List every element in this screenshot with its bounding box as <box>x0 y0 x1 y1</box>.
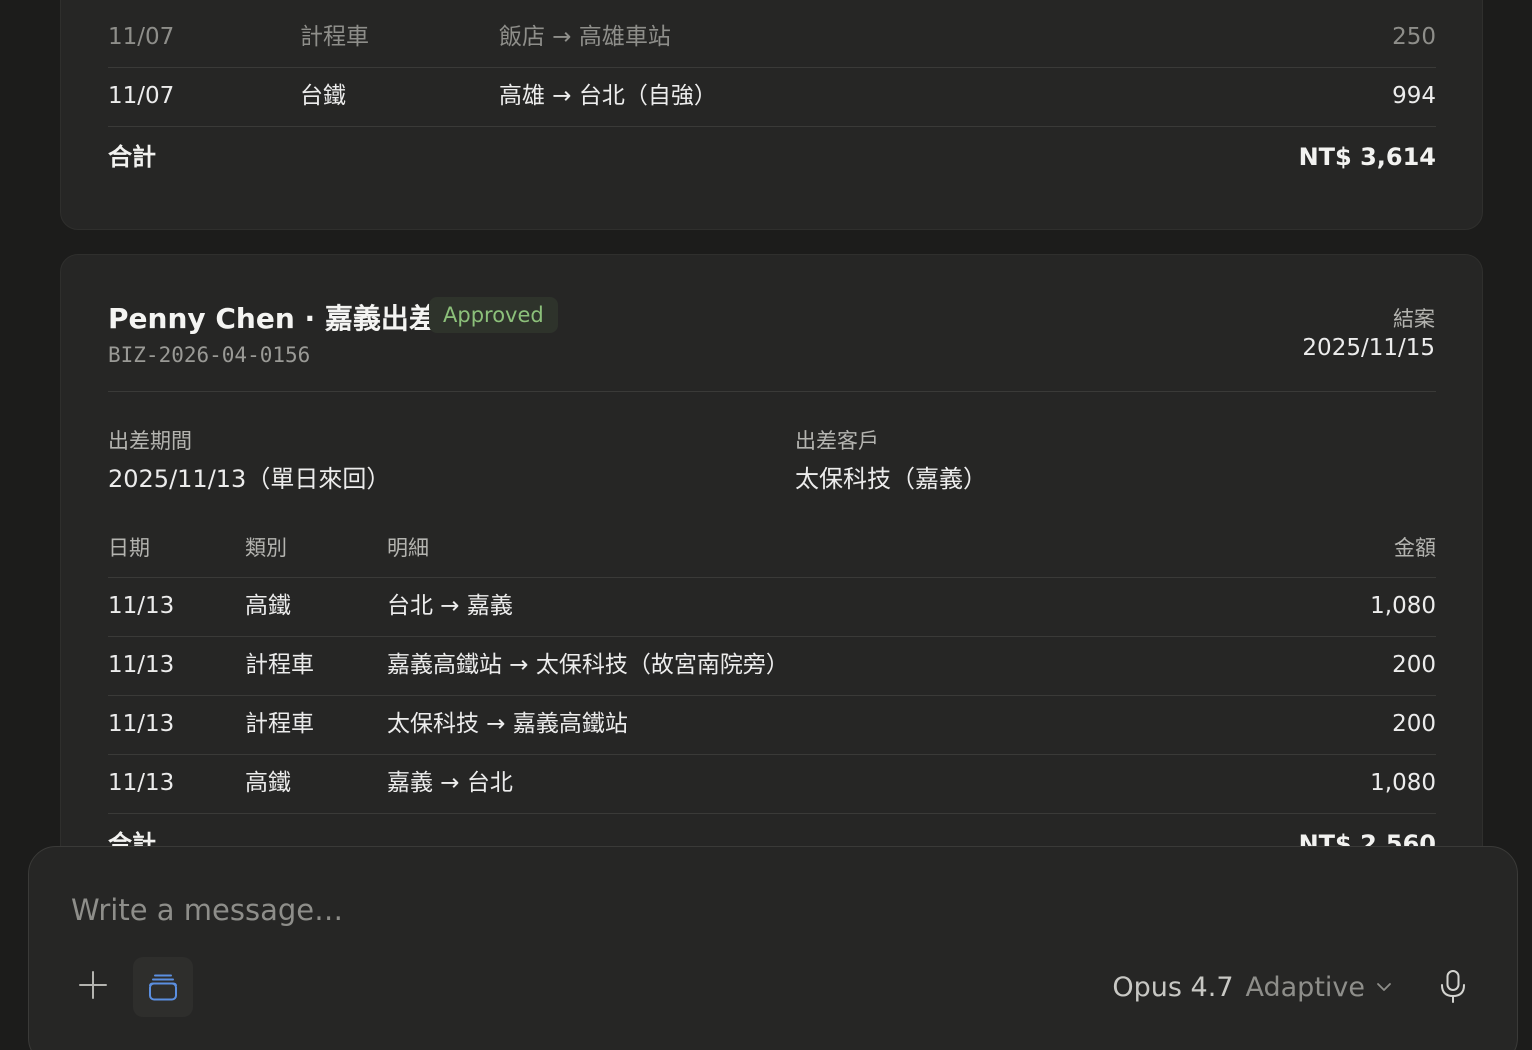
message-input[interactable] <box>69 887 1073 933</box>
report-id: BIZ-2026-04-0156 <box>108 343 311 367</box>
row-amount: 200 <box>1392 652 1436 678</box>
tools-button[interactable] <box>133 957 193 1017</box>
row-detail: 台北 → 嘉義 <box>387 593 513 619</box>
voice-input-button[interactable] <box>1433 965 1473 1009</box>
chat-page: 11/07 計程車 飯店 → 高雄車站 250 11/07 台鐵 高雄 → 台北… <box>0 0 1532 1050</box>
status-badge: Approved <box>429 297 558 333</box>
period-label: 出差期間 <box>108 429 192 453</box>
row-date: 11/13 <box>108 770 175 796</box>
table-row: 11/13 高鐵 嘉義 → 台北 1,080 <box>108 754 1436 814</box>
row-category: 計程車 <box>300 24 369 50</box>
total-amount: NT$ 3,614 <box>1298 143 1436 171</box>
table-row: 11/13 計程車 嘉義高鐵站 → 太保科技（故宮南院旁） 200 <box>108 636 1436 696</box>
row-date: 11/07 <box>108 24 175 50</box>
row-date: 11/13 <box>108 711 175 737</box>
model-selector[interactable]: Opus 4.7 Adaptive <box>1112 967 1393 1007</box>
client-label: 出差客戶 <box>795 429 879 453</box>
row-date: 11/13 <box>108 593 175 619</box>
model-name: Opus 4.7 <box>1112 971 1234 1003</box>
table-row: 11/13 計程車 太保科技 → 嘉義高鐵站 200 <box>108 695 1436 755</box>
row-category: 高鐵 <box>245 593 291 619</box>
header-amount: 金額 <box>1394 536 1436 560</box>
row-detail: 高雄 → 台北（自強） <box>499 83 717 109</box>
microphone-icon <box>1441 970 1465 1003</box>
row-category: 高鐵 <box>245 770 291 796</box>
closed-date: 2025/11/15 <box>1302 335 1435 361</box>
row-amount: 1,080 <box>1370 770 1436 796</box>
table-header: 日期 類別 明細 金額 <box>108 527 1436 578</box>
table-row: 11/07 計程車 飯店 → 高雄車站 250 <box>108 8 1436 68</box>
row-category: 計程車 <box>245 711 314 737</box>
model-mode: Adaptive <box>1245 971 1366 1003</box>
closed-label: 結案 <box>1393 307 1435 331</box>
message-composer: Opus 4.7 Adaptive <box>28 846 1518 1050</box>
row-date: 11/07 <box>108 83 175 109</box>
period-value: 2025/11/13（單日來回） <box>108 465 391 493</box>
row-detail: 飯店 → 高雄車站 <box>499 24 671 50</box>
table-row: 11/07 台鐵 高雄 → 台北（自強） 994 <box>108 67 1436 127</box>
row-date: 11/13 <box>108 652 175 678</box>
chevron-down-icon <box>1377 983 1391 991</box>
total-label: 合計 <box>108 143 156 171</box>
client-value: 太保科技（嘉義） <box>795 465 987 493</box>
plus-icon <box>79 971 107 999</box>
report-title: Penny Chen · 嘉義出差 <box>108 302 437 335</box>
row-amount: 200 <box>1392 711 1436 737</box>
previous-expense-report-card: 11/07 計程車 飯店 → 高雄車站 250 11/07 台鐵 高雄 → 台北… <box>60 0 1483 230</box>
header-divider <box>108 391 1436 392</box>
header-date: 日期 <box>108 536 150 560</box>
row-detail: 嘉義高鐵站 → 太保科技（故宮南院旁） <box>387 652 789 678</box>
row-detail: 嘉義 → 台北 <box>387 770 513 796</box>
row-amount: 250 <box>1392 24 1436 50</box>
row-category: 台鐵 <box>300 83 346 109</box>
header-detail: 明細 <box>387 536 429 560</box>
row-category: 計程車 <box>245 652 314 678</box>
table-row: 11/13 高鐵 台北 → 嘉義 1,080 <box>108 577 1436 637</box>
header-category: 類別 <box>245 536 287 560</box>
row-amount: 994 <box>1392 83 1436 109</box>
archive-icon <box>149 974 177 1001</box>
add-attachment-button[interactable] <box>73 965 113 1005</box>
row-amount: 1,080 <box>1370 593 1436 619</box>
row-detail: 太保科技 → 嘉義高鐵站 <box>387 711 628 737</box>
total-row: 合計 NT$ 3,614 <box>108 127 1436 187</box>
